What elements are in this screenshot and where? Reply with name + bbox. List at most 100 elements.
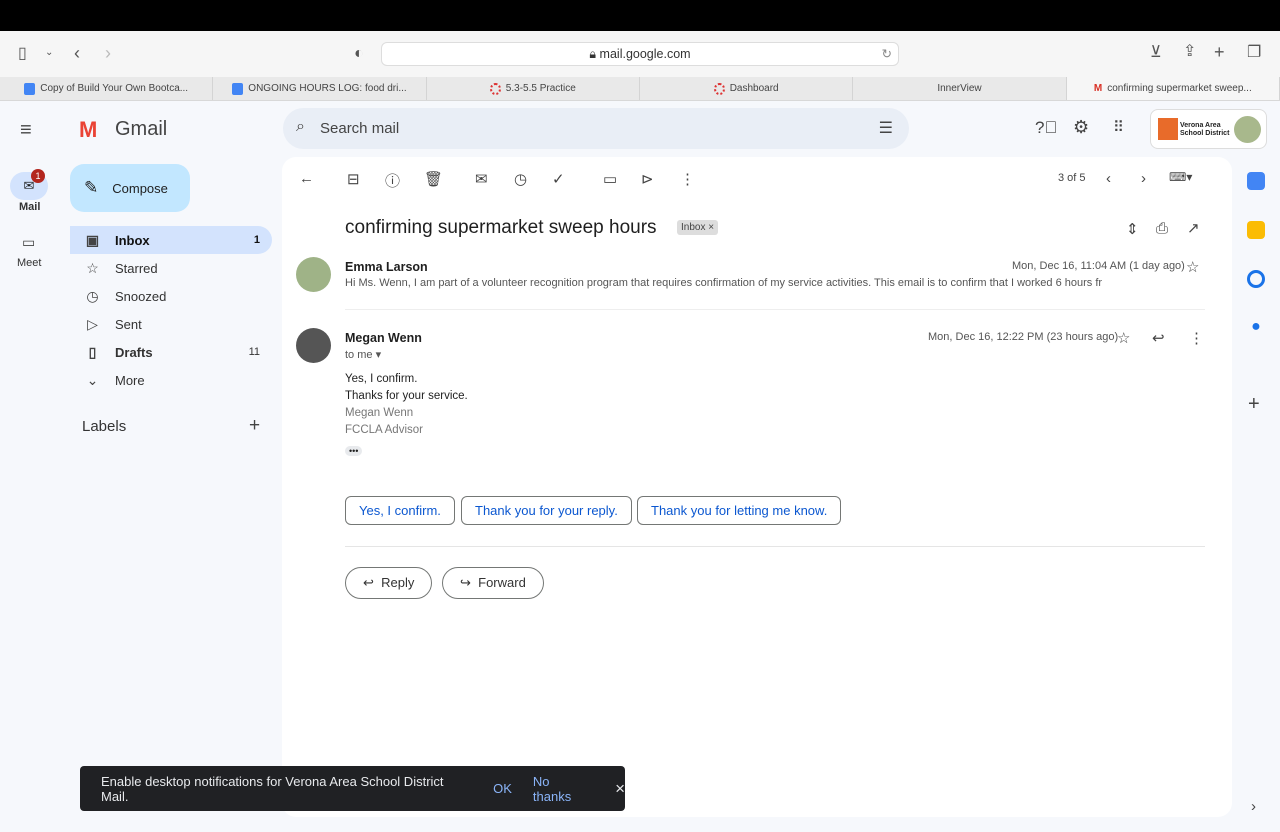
keyboard-icon[interactable]: ⌨▾ — [1169, 170, 1192, 184]
body-line: Yes, I confirm. — [345, 373, 418, 385]
more-vert-icon[interactable]: ⋮ — [1189, 329, 1204, 347]
chevron-down-icon: ⌄ — [86, 371, 99, 388]
close-icon[interactable]: × — [615, 779, 625, 799]
browser-tab[interactable]: ONGOING HOURS LOG: food dri... — [213, 77, 427, 100]
add-label-icon[interactable]: + — [249, 415, 260, 437]
more-vert-icon[interactable]: ⋮ — [680, 170, 695, 188]
browser-tab[interactable]: Copy of Build Your Own Bootca... — [0, 77, 214, 100]
sidebar-item-drafts[interactable]: ▯ Drafts 11 — [70, 338, 272, 366]
new-tab-icon[interactable]: + — [1214, 43, 1225, 61]
star-icon[interactable]: ☆ — [1117, 329, 1130, 347]
print-icon[interactable]: ⎙ — [1156, 220, 1168, 237]
tasks-icon[interactable] — [1247, 270, 1265, 288]
older-icon[interactable]: › — [1141, 170, 1146, 187]
contacts-icon[interactable]: ● — [1247, 318, 1265, 336]
search-bar[interactable]: ⌕ Search mail ☰ — [283, 108, 909, 149]
sender-avatar — [296, 257, 331, 292]
share-icon[interactable]: ⇪ — [1183, 44, 1196, 60]
open-new-window-icon[interactable]: ↗ — [1187, 219, 1200, 237]
nav-label: Snoozed — [115, 288, 167, 304]
divider — [345, 309, 1205, 310]
smart-reply-button[interactable]: Yes, I confirm. — [345, 496, 455, 525]
sidebar-toggle-icon[interactable]: ▯ — [18, 46, 27, 62]
docs-icon — [24, 82, 36, 95]
calendar-icon[interactable] — [1247, 172, 1265, 190]
browser-tab[interactable]: Dashboard — [640, 77, 854, 100]
apps-grid-icon[interactable]: ⠿ — [1113, 118, 1124, 136]
recipients-toggle[interactable]: to me ▾ — [345, 348, 381, 361]
account-button[interactable]: Verona Area School District — [1150, 109, 1267, 149]
send-icon: ▷ — [87, 315, 98, 332]
tab-overview-icon[interactable]: ❐ — [1247, 45, 1261, 61]
notification-snackbar: Enable desktop notifications for Verona … — [80, 766, 625, 811]
browser-tab-active[interactable]: Mconfirming supermarket sweep... — [1066, 77, 1280, 100]
search-icon: ⌕ — [296, 118, 305, 135]
remove-label-icon[interactable]: × — [708, 222, 714, 233]
docs-icon — [232, 82, 244, 95]
sender-avatar — [296, 328, 331, 363]
mark-unread-icon[interactable]: ✉︎ — [475, 170, 488, 188]
divider — [345, 546, 1205, 547]
nav-label: Inbox — [115, 232, 150, 248]
sidebar-item-inbox[interactable]: ▣ Inbox 1 — [70, 226, 272, 254]
back-icon[interactable]: ‹ — [74, 44, 80, 62]
newer-icon[interactable]: ‹ — [1106, 170, 1111, 187]
forward-icon[interactable]: › — [105, 44, 111, 62]
search-input[interactable]: Search mail — [320, 120, 399, 137]
reply-label: Reply — [381, 575, 415, 590]
message-snippet[interactable]: Hi Ms. Wenn, I am part of a volunteer re… — [345, 277, 1102, 289]
keep-icon[interactable] — [1247, 221, 1265, 239]
sidebar-item-snoozed[interactable]: ◷ Snoozed — [70, 282, 272, 310]
settings-gear-icon[interactable]: ⚙ — [1073, 117, 1089, 138]
chevron-down-icon[interactable]: ⌄ — [45, 48, 53, 58]
rail-mail-label[interactable]: Mail — [19, 201, 40, 213]
gmail-logo-icon: M — [79, 117, 98, 142]
move-to-icon[interactable]: ▭ — [603, 170, 617, 188]
no-thanks-button[interactable]: No thanks — [533, 774, 591, 804]
browser-tab[interactable]: 5.3-5.5 Practice — [427, 77, 640, 100]
download-icon[interactable]: ⊻ — [1150, 45, 1162, 61]
star-icon[interactable]: ☆ — [1186, 258, 1199, 276]
reply-icon[interactable]: ↩ — [1152, 329, 1165, 347]
add-addon-icon[interactable]: + — [1248, 393, 1260, 416]
tab-title: InnerView — [937, 83, 982, 94]
address-bar[interactable]: 🔒︎ mail.google.com ↻ — [381, 42, 899, 66]
help-icon[interactable]: ?⃝ — [1035, 118, 1057, 138]
sidebar-item-sent[interactable]: ▷ Sent — [70, 310, 272, 338]
smart-reply-button[interactable]: Thank you for letting me know. — [637, 496, 842, 525]
report-spam-icon[interactable]: ⓘ — [385, 170, 400, 191]
expand-all-icon[interactable]: ⇕ — [1126, 220, 1139, 238]
tab-title: 5.3-5.5 Practice — [505, 83, 576, 94]
url-text: mail.google.com — [599, 47, 691, 61]
browser-tab[interactable]: InnerView — [853, 77, 1067, 100]
tab-title: Copy of Build Your Own Bootca... — [40, 83, 189, 94]
reply-button[interactable]: ↩ Reply — [345, 567, 433, 599]
pencil-icon: ✎ — [84, 178, 99, 197]
canvas-icon — [713, 82, 725, 95]
main-menu-icon[interactable]: ≡ — [20, 119, 32, 142]
compose-button[interactable]: ✎ Compose — [70, 164, 190, 212]
compose-label: Compose — [112, 180, 168, 196]
label-icon[interactable]: ⊳ — [641, 170, 654, 188]
shield-icon[interactable]: ◐ — [354, 46, 364, 62]
browser-toolbar: ▯ ⌄ ‹ › ◐ 🔒︎ mail.google.com ↻ ⊻ ⇪ + ❐ — [0, 31, 1280, 77]
archive-icon[interactable]: ⊟ — [347, 170, 360, 188]
reload-icon[interactable]: ↻ — [882, 43, 892, 65]
search-options-icon[interactable]: ☰ — [879, 118, 893, 138]
sidebar-item-starred[interactable]: ☆ Starred — [70, 254, 272, 282]
delete-icon[interactable]: 🗑︎ — [424, 170, 443, 188]
add-task-icon[interactable]: ✓ — [552, 170, 565, 188]
forward-button[interactable]: ↪ Forward — [442, 567, 544, 599]
expand-panel-icon[interactable]: › — [1251, 798, 1256, 815]
sidebar-item-more[interactable]: ⌄ More — [70, 366, 272, 394]
inbox-label-chip[interactable]: Inbox × — [677, 220, 719, 235]
meet-icon[interactable]: ▭ — [22, 234, 35, 251]
inbox-icon: ▣ — [85, 231, 100, 248]
rail-meet-label[interactable]: Meet — [17, 257, 41, 269]
snooze-icon[interactable]: ◷ — [514, 170, 527, 188]
show-trimmed-icon[interactable]: ••• — [345, 446, 363, 456]
smart-reply-button[interactable]: Thank you for your reply. — [461, 496, 632, 525]
back-arrow-icon[interactable]: ← — [299, 170, 314, 187]
draft-icon: ▯ — [88, 343, 97, 360]
ok-button[interactable]: OK — [493, 781, 512, 796]
